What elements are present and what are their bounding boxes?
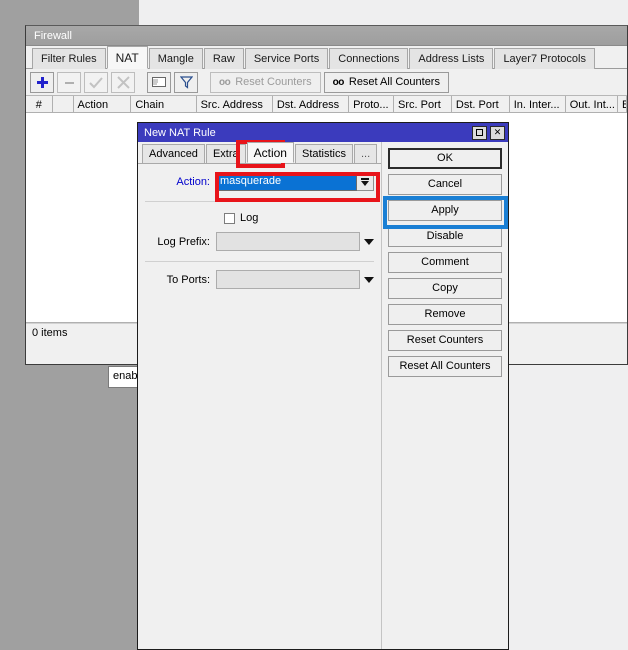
- chevron-down-icon: [361, 178, 369, 186]
- dialog-tab-more[interactable]: ...: [354, 144, 377, 163]
- firewall-toolbar: oo Reset Counters oo Reset All Counters: [26, 69, 627, 95]
- filter-funnel-icon: [180, 76, 193, 89]
- tab-filter-rules[interactable]: Filter Rules: [32, 48, 106, 69]
- minus-icon: [63, 76, 76, 89]
- divider-1: [145, 201, 374, 202]
- counter-glyph: oo: [219, 77, 230, 88]
- nat-dialog-body: Advanced Extra Action Statistics ... Act…: [138, 142, 508, 649]
- column-header-dst-address[interactable]: Dst. Address: [273, 96, 349, 113]
- reset-all-counters-button[interactable]: oo Reset All Counters: [324, 72, 449, 93]
- dialog-tab-advanced[interactable]: Advanced: [142, 144, 205, 163]
- enable-rule-button[interactable]: [84, 72, 108, 93]
- filter-button[interactable]: [174, 72, 198, 93]
- action-combobox[interactable]: masquerade: [216, 172, 374, 191]
- ok-button[interactable]: OK: [388, 148, 502, 169]
- log-prefix-combobox[interactable]: [216, 232, 360, 251]
- log-prefix-row: Log Prefix:: [138, 231, 381, 252]
- apply-button[interactable]: Apply: [388, 200, 502, 221]
- maximize-icon[interactable]: [472, 126, 487, 140]
- tab-service-ports[interactable]: Service Ports: [245, 48, 328, 69]
- dialog-tab-statistics[interactable]: Statistics: [295, 144, 353, 163]
- comment-icon: [152, 76, 166, 88]
- reset-counters-button[interactable]: oo Reset Counters: [210, 72, 321, 93]
- reset-all-counters-button[interactable]: Reset All Counters: [388, 356, 502, 377]
- nat-dialog-titlebar[interactable]: New NAT Rule ✕: [138, 123, 508, 142]
- column-header-src-address[interactable]: Src. Address: [197, 96, 273, 113]
- action-label: Action:: [138, 176, 216, 188]
- log-checkbox[interactable]: [224, 213, 235, 224]
- dialog-tab-action[interactable]: Action: [247, 142, 294, 163]
- counter-glyph-all: oo: [333, 77, 344, 88]
- nat-dialog-title: New NAT Rule: [144, 127, 472, 139]
- plus-icon: [36, 76, 49, 89]
- firewall-titlebar[interactable]: Firewall: [26, 26, 627, 46]
- column-header-action[interactable]: Action: [74, 96, 132, 113]
- firewall-tab-bar: Filter Rules NAT Mangle Raw Service Port…: [26, 46, 627, 69]
- comment-button[interactable]: Comment: [388, 252, 502, 273]
- to-ports-combobox[interactable]: [216, 270, 360, 289]
- reset-counters-button[interactable]: Reset Counters: [388, 330, 502, 351]
- column-header-proto[interactable]: Proto...: [349, 96, 394, 113]
- reset-counters-label: Reset Counters: [235, 76, 311, 88]
- tab-connections[interactable]: Connections: [329, 48, 408, 69]
- column-header-src-port[interactable]: Src. Port: [394, 96, 452, 113]
- comment-button[interactable]: [147, 72, 171, 93]
- remove-button[interactable]: Remove: [388, 304, 502, 325]
- tab-mangle[interactable]: Mangle: [149, 48, 203, 69]
- action-row: Action: masquerade: [138, 171, 381, 192]
- disable-rule-button[interactable]: [111, 72, 135, 93]
- log-row[interactable]: Log: [138, 212, 381, 224]
- divider-2: [145, 261, 374, 262]
- column-header-index[interactable]: #: [26, 96, 53, 113]
- column-header-out-interface[interactable]: Out. Int...: [566, 96, 618, 113]
- remove-rule-button[interactable]: [57, 72, 81, 93]
- tab-address-lists[interactable]: Address Lists: [409, 48, 493, 69]
- cancel-button[interactable]: Cancel: [388, 174, 502, 195]
- log-prefix-label: Log Prefix:: [138, 236, 216, 248]
- log-prefix-dropdown-arrow-icon[interactable]: [364, 239, 374, 245]
- tab-layer7-protocols[interactable]: Layer7 Protocols: [494, 48, 595, 69]
- firewall-window-title: Firewall: [34, 30, 72, 42]
- nat-dialog-button-pane: OK Cancel Apply Disable Comment Copy Rem…: [382, 142, 508, 649]
- check-icon: [89, 76, 103, 89]
- add-rule-button[interactable]: [30, 72, 54, 93]
- dialog-tab-extra[interactable]: Extra: [206, 144, 246, 163]
- log-prefix-input[interactable]: [216, 232, 360, 251]
- column-header-dst-port[interactable]: Dst. Port: [452, 96, 510, 113]
- to-ports-label: To Ports:: [138, 274, 216, 286]
- action-dropdown-button[interactable]: [357, 172, 374, 191]
- column-header-in-interface[interactable]: In. Inter...: [510, 96, 566, 113]
- rule-list-header: # Action Chain Src. Address Dst. Address…: [26, 95, 627, 113]
- tab-nat[interactable]: NAT: [107, 46, 148, 69]
- cross-icon: [117, 76, 130, 89]
- column-header-chain[interactable]: Chain: [131, 96, 196, 113]
- desktop-background: enab Firewall Filter Rules NAT Mangle Ra…: [0, 0, 628, 650]
- copy-button[interactable]: Copy: [388, 278, 502, 299]
- to-ports-input[interactable]: [216, 270, 360, 289]
- reset-all-counters-label: Reset All Counters: [349, 76, 440, 88]
- action-input[interactable]: masquerade: [216, 172, 357, 191]
- to-ports-row: To Ports:: [138, 269, 381, 290]
- disable-button[interactable]: Disable: [388, 226, 502, 247]
- to-ports-dropdown-arrow-icon[interactable]: [364, 277, 374, 283]
- maximize-square: [476, 129, 483, 136]
- column-header-bytes[interactable]: Bytes: [618, 96, 627, 113]
- column-header-flags[interactable]: [53, 96, 74, 113]
- tab-raw[interactable]: Raw: [204, 48, 244, 69]
- nat-dialog-form-pane: Advanced Extra Action Statistics ... Act…: [138, 142, 382, 649]
- close-icon[interactable]: ✕: [490, 126, 505, 140]
- nat-dialog-tab-bar: Advanced Extra Action Statistics ...: [138, 142, 381, 164]
- log-label: Log: [240, 212, 258, 224]
- new-nat-rule-dialog: New NAT Rule ✕ Advanced Extra Action Sta…: [137, 122, 509, 650]
